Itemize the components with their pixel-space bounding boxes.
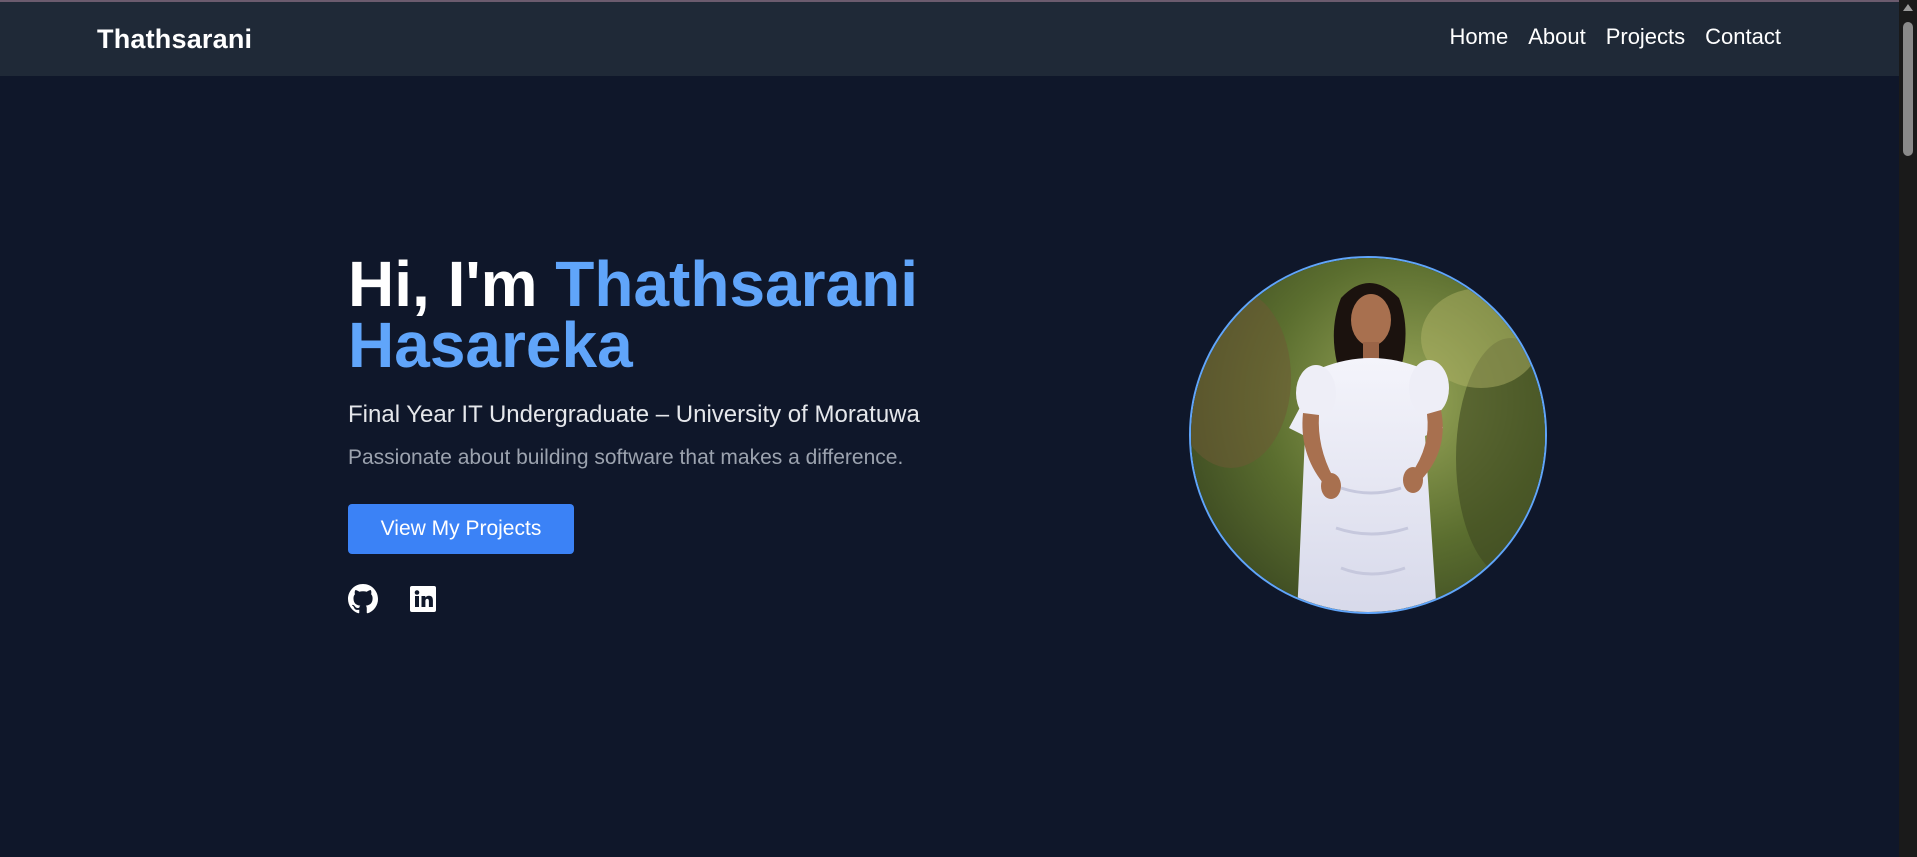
page-scrollbar[interactable] (1899, 0, 1917, 857)
nav-link-projects[interactable]: Projects (1606, 24, 1685, 50)
profile-photo (1189, 256, 1547, 614)
nav-link-about[interactable]: About (1528, 24, 1586, 50)
hero-name-last: Hasareka (348, 309, 633, 381)
hero-title: Hi, I'm Thathsarani Hasareka (348, 252, 1068, 377)
social-links (348, 584, 438, 614)
linkedin-icon[interactable] (408, 584, 438, 614)
navbar: Thathsarani Home About Projects Contact (0, 2, 1899, 76)
github-icon[interactable] (348, 584, 378, 614)
hero-subtitle: Final Year IT Undergraduate – University… (348, 401, 920, 428)
nav-links: Home About Projects Contact (1450, 24, 1782, 50)
scroll-thumb[interactable] (1903, 22, 1913, 156)
brand-logo[interactable]: Thathsarani (97, 24, 252, 55)
nav-link-contact[interactable]: Contact (1705, 24, 1781, 50)
hero-tagline: Passionate about building software that … (348, 446, 904, 469)
scroll-up-arrow-icon[interactable] (1903, 4, 1913, 11)
nav-link-home[interactable]: Home (1450, 24, 1509, 50)
hero-heading-block: Hi, I'm Thathsarani Hasareka (348, 252, 1068, 377)
view-projects-button[interactable]: View My Projects (348, 504, 574, 554)
